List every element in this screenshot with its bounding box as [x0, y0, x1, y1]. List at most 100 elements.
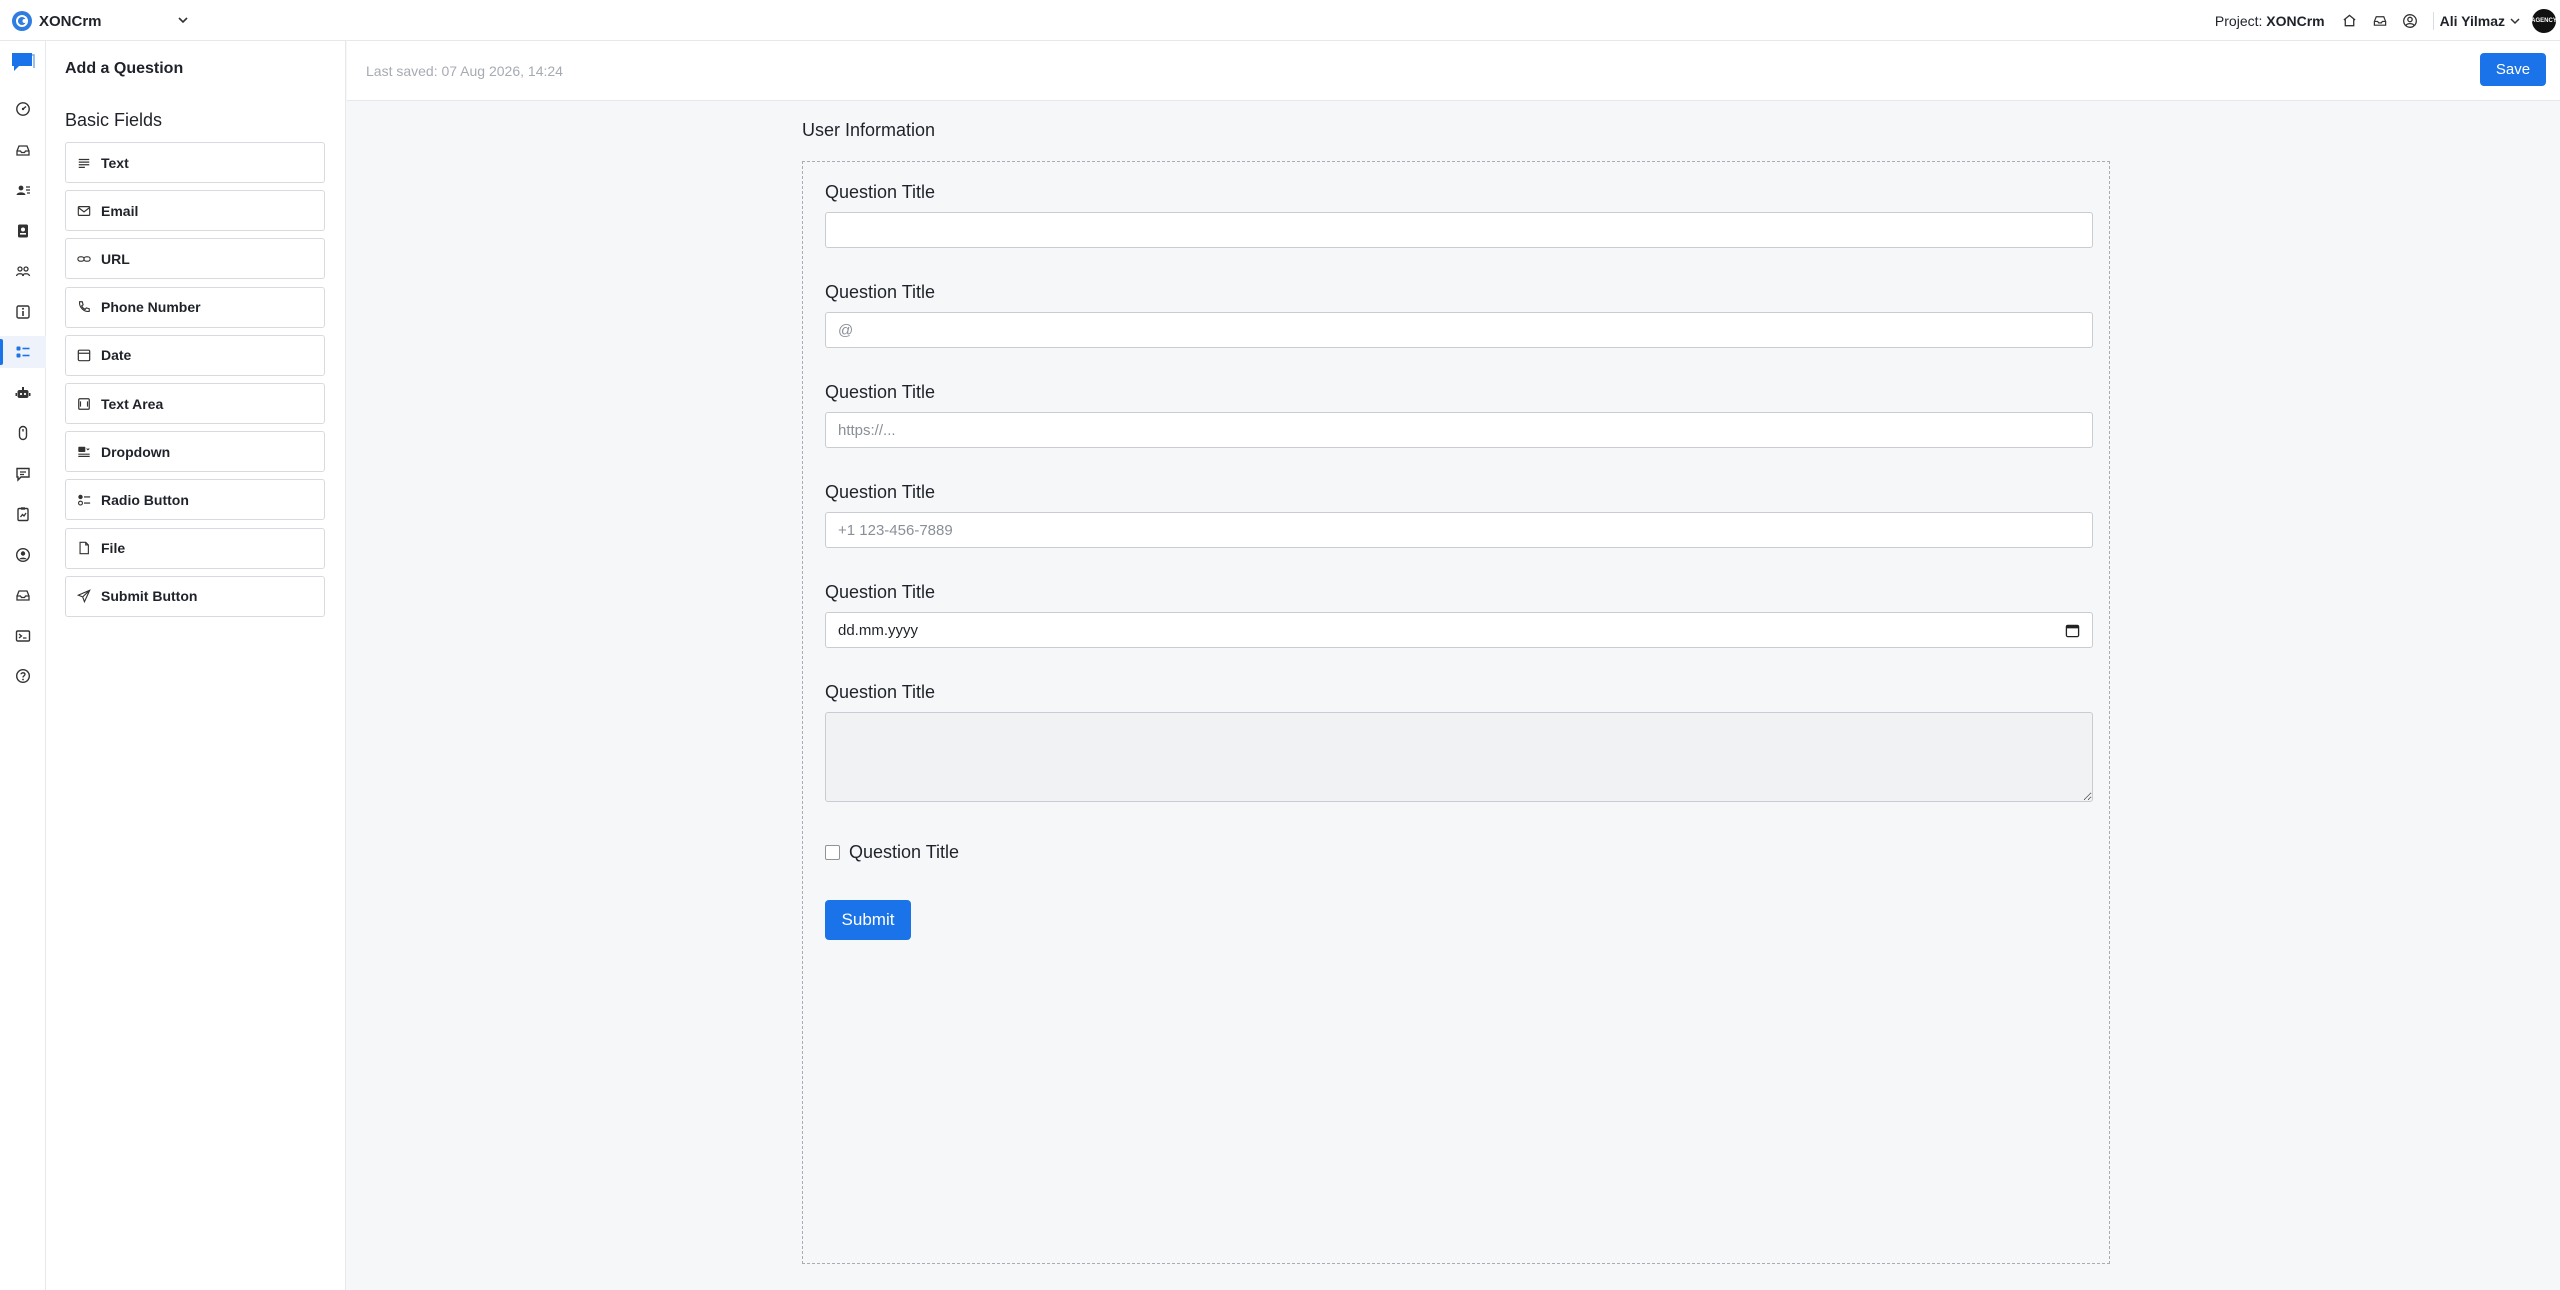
text-area-icon [76, 396, 92, 412]
user-menu[interactable]: Ali Yilmaz [2440, 13, 2522, 29]
rail-item-help[interactable] [0, 660, 46, 692]
editor-header: Last saved: 07 Aug 2026, 14:24 Save [347, 41, 2560, 101]
date-input[interactable]: dd.mm.yyyy [825, 612, 2093, 648]
link-icon [76, 251, 92, 267]
rail-item-terminal[interactable] [0, 620, 46, 652]
account-circle-icon[interactable] [2399, 10, 2421, 32]
rail-item-bot[interactable] [0, 377, 46, 409]
date-value: dd.mm.yyyy [838, 621, 919, 639]
brand-logo-icon [12, 11, 32, 31]
checkbox-label: Question Title [849, 842, 960, 862]
project-indicator: Project: XONCrm [2215, 13, 2325, 29]
field-type-file[interactable]: File [65, 527, 325, 569]
inbox-tray-icon [16, 590, 30, 601]
save-button[interactable]: Save [2480, 53, 2546, 86]
info-icon [16, 304, 30, 319]
field-type-label: Date [101, 347, 132, 364]
file-icon [76, 540, 92, 556]
rail-item-messages[interactable] [0, 458, 46, 490]
project-label: Project: [2214, 12, 2263, 29]
rail-item-contacts[interactable] [0, 174, 46, 206]
workspace-switcher[interactable]: XONCrm [12, 10, 102, 32]
panel-title: Add a Question [65, 60, 184, 77]
divider [2432, 11, 2434, 30]
chevron-down-icon[interactable] [172, 9, 194, 31]
help-icon [15, 668, 31, 684]
field-type-dropdown[interactable]: Dropdown [65, 431, 325, 473]
text-area-input[interactable] [825, 712, 2093, 802]
top-right-controls: Project: XONCrm Ali Yilmaz AGENCY [2215, 0, 2560, 41]
rail-item-reports[interactable] [0, 498, 46, 530]
field-type-label: Dropdown [101, 443, 171, 460]
chevron-down-icon [2510, 17, 2520, 24]
question-label: Question Title [825, 182, 936, 202]
radio-icon [76, 492, 92, 508]
field-type-radio-button[interactable]: Radio Button [65, 479, 325, 521]
project-name: XONCrm [2266, 12, 2325, 29]
dashboard-icon [16, 102, 30, 116]
user-name: Ali Yilmaz [2439, 12, 2505, 29]
workspace-name: XONCrm [39, 12, 102, 30]
home-icon[interactable] [2339, 10, 2361, 32]
field-type-label: Email [101, 202, 139, 219]
icon-rail [0, 41, 46, 1290]
teams-icon [15, 266, 31, 277]
field-type-text-area[interactable]: Text Area [65, 383, 325, 424]
top-bar: XONCrm Project: XONCrm Ali Yilmaz AGENCY [0, 0, 2560, 41]
submit-button[interactable]: Submit [825, 900, 911, 940]
field-type-label: Text Area [101, 395, 164, 412]
rail-item-contact-card[interactable] [0, 215, 46, 247]
question-label: Question Title [825, 282, 936, 302]
rail-item-mouse[interactable] [0, 417, 46, 449]
field-type-label: Radio Button [101, 491, 189, 508]
reports-icon [17, 507, 29, 522]
phone-input[interactable] [825, 512, 2093, 548]
forms-icon [16, 346, 30, 358]
mail-icon [76, 203, 92, 219]
dropdown-icon [76, 444, 92, 460]
text-input[interactable] [825, 212, 2093, 248]
field-type-label: Text [101, 154, 129, 171]
avatar[interactable]: AGENCY [2531, 8, 2557, 33]
checkbox-field[interactable]: Question Title [825, 842, 959, 863]
field-type-url[interactable]: URL [65, 238, 325, 280]
field-type-email[interactable]: Email [65, 190, 325, 232]
rail-item-teams[interactable] [0, 255, 46, 287]
calendar-icon[interactable] [2065, 623, 2080, 638]
question-label: Question Title [825, 382, 936, 402]
text-lines-icon [76, 155, 92, 171]
field-type-submit-button[interactable]: Submit Button [65, 575, 325, 617]
field-type-label: File [101, 540, 126, 557]
basic-fields-heading: Basic Fields [65, 110, 163, 130]
field-type-label: Submit Button [101, 588, 198, 605]
form-drop-area[interactable]: Question Title Question Title Question T… [802, 161, 2110, 1264]
checkbox[interactable] [825, 845, 840, 860]
send-icon [76, 588, 92, 604]
rail-item-profile[interactable] [0, 539, 46, 571]
chat-logo-icon[interactable] [10, 51, 36, 73]
question-label: Question Title [825, 482, 936, 502]
profile-icon [15, 547, 31, 562]
section-title: User Information [802, 120, 936, 140]
field-type-text[interactable]: Text [65, 142, 325, 183]
rail-item-dashboard[interactable] [0, 93, 46, 125]
bot-icon [15, 386, 31, 398]
calendar-icon [76, 347, 92, 363]
contacts-icon [16, 185, 30, 195]
question-label: Question Title [825, 682, 936, 702]
email-input[interactable] [825, 312, 2093, 348]
question-label: Question Title [825, 582, 936, 602]
field-type-date[interactable]: Date [65, 334, 325, 376]
inbox-icon[interactable] [2369, 10, 2391, 32]
rail-item-inbox[interactable] [0, 134, 46, 166]
rail-item-inbox-tray[interactable] [0, 579, 46, 611]
messages-icon [16, 467, 30, 482]
url-input[interactable] [825, 412, 2093, 448]
question-panel: Add a Question Basic Fields Text Email URL… [46, 41, 346, 1290]
last-saved-text: Last saved: 07 Aug 2026, 14:24 [366, 63, 563, 79]
rail-item-info[interactable] [0, 296, 46, 328]
rail-item-forms[interactable] [0, 336, 46, 368]
mouse-icon [18, 425, 28, 441]
phone-icon [76, 299, 92, 315]
field-type-phone-number[interactable]: Phone Number [65, 286, 325, 328]
